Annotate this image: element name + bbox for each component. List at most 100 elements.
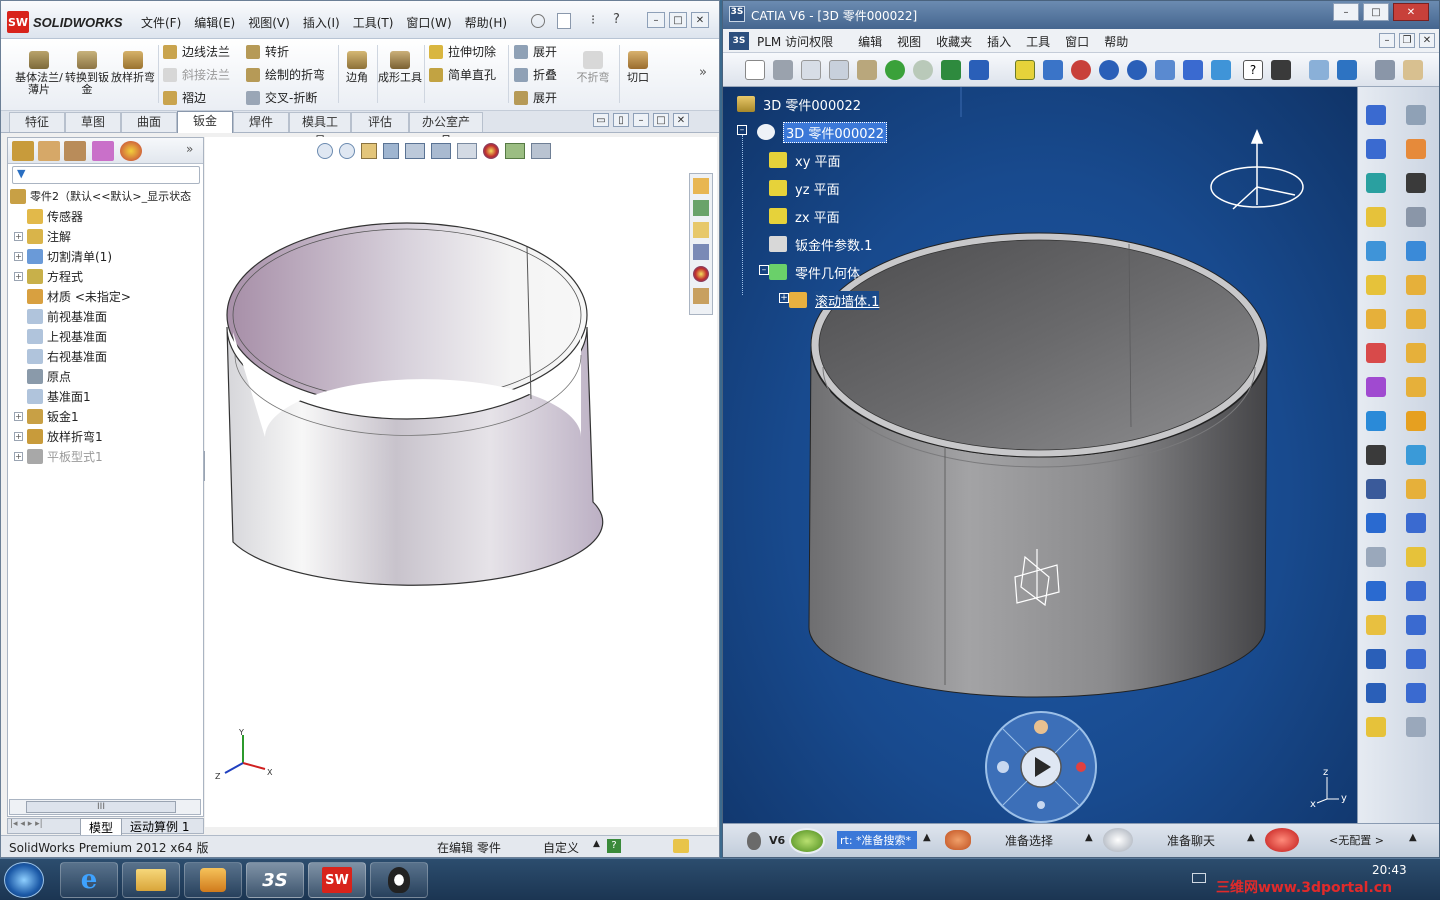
workbench-tool-icon[interactable] bbox=[1366, 615, 1386, 635]
tag-icon[interactable] bbox=[673, 839, 689, 853]
tab-evaluate[interactable]: 评估 bbox=[351, 112, 409, 132]
print-icon[interactable] bbox=[773, 60, 793, 80]
feature-tree-item[interactable]: +前视基准面 bbox=[8, 306, 203, 326]
sw-menu-window[interactable]: 窗口(W) bbox=[406, 14, 451, 31]
catia-menu-plm[interactable]: PLM 访问权限 bbox=[757, 33, 833, 50]
search-tool-icon[interactable] bbox=[945, 830, 971, 850]
undo-icon[interactable] bbox=[885, 60, 905, 80]
sketched-bend-button[interactable]: 绘制的折弯 bbox=[246, 66, 325, 83]
options-icon[interactable]: ⁝ bbox=[591, 13, 595, 28]
help-icon[interactable]: ? bbox=[613, 12, 620, 27]
chevron-up-icon[interactable]: ▲ bbox=[593, 839, 600, 849]
taskbar-media-player[interactable] bbox=[184, 862, 242, 898]
sw-menu-tools[interactable]: 工具(T) bbox=[353, 14, 394, 31]
maximize-icon[interactable]: □ bbox=[669, 12, 687, 28]
miter-flange-button[interactable]: 斜接法兰 bbox=[163, 66, 230, 83]
workbench-tool-icon[interactable] bbox=[1406, 173, 1426, 193]
expand-toggle[interactable]: + bbox=[14, 411, 23, 421]
paste-icon[interactable] bbox=[857, 60, 877, 80]
scene-icon[interactable] bbox=[1337, 60, 1357, 80]
zoom-out-icon[interactable] bbox=[1127, 60, 1147, 80]
flatten-button[interactable]: 展开 bbox=[514, 89, 557, 106]
catia-3d-viewport[interactable]: z y x 3D 零件000022 – 3D 零件000022 xy 平面 yz… bbox=[723, 87, 1357, 823]
expand-toggle[interactable]: + bbox=[14, 271, 23, 281]
catia-tree-node[interactable]: yz 平面 bbox=[769, 177, 840, 199]
feature-tree-tab-icon[interactable] bbox=[12, 141, 34, 161]
workbench-tool-icon[interactable] bbox=[1366, 241, 1386, 261]
windows-start-button[interactable] bbox=[4, 862, 44, 898]
workbench-tool-icon[interactable] bbox=[1406, 275, 1426, 295]
edge-flange-button[interactable]: 边线法兰 bbox=[163, 43, 230, 60]
rotate-icon[interactable] bbox=[1071, 60, 1091, 80]
maximize-icon[interactable]: □ bbox=[653, 113, 669, 127]
tab-scroll-arrows-icon[interactable]: |◂ ◂ ▸ ▸| bbox=[10, 819, 43, 829]
update-icon[interactable] bbox=[941, 60, 961, 80]
whats-this-icon[interactable] bbox=[969, 60, 989, 80]
corner-button[interactable]: 边角 bbox=[335, 51, 379, 84]
workbench-tool-icon[interactable] bbox=[1366, 139, 1386, 159]
workbench-tool-icon[interactable] bbox=[1366, 343, 1386, 363]
tree-part-node[interactable]: 3D 零件000022 bbox=[757, 121, 888, 143]
configuration-manager-tab-icon[interactable] bbox=[64, 141, 86, 161]
tab-sheet-metal[interactable]: 钣金 bbox=[177, 111, 233, 133]
scrollbar-thumb[interactable]: III bbox=[26, 801, 176, 813]
feature-tree-item[interactable]: + 注解 bbox=[8, 226, 203, 246]
feature-tree-item[interactable]: + 方程式 bbox=[8, 266, 203, 286]
minimize-icon[interactable]: – bbox=[1333, 3, 1359, 21]
catia-menu-edit[interactable]: 编辑 bbox=[858, 33, 882, 50]
workbench-tool-icon[interactable] bbox=[1406, 547, 1426, 567]
new-document-icon[interactable] bbox=[557, 13, 571, 29]
taskbar-file-explorer[interactable] bbox=[122, 862, 180, 898]
shading-icon[interactable] bbox=[1271, 60, 1291, 80]
workbench-tool-icon[interactable] bbox=[1366, 105, 1386, 125]
workbench-tool-icon[interactable] bbox=[1366, 513, 1386, 533]
taskbar-solidworks[interactable]: SW bbox=[308, 862, 366, 898]
workbench-tool-icon[interactable] bbox=[1406, 445, 1426, 465]
lofted-bend-button[interactable]: 放样折弯 bbox=[109, 51, 157, 84]
query-icon[interactable]: ? bbox=[1243, 60, 1263, 80]
workbench-tool-icon[interactable] bbox=[1406, 649, 1426, 669]
chat-user-icon[interactable] bbox=[1103, 828, 1133, 852]
workbench-tool-icon[interactable] bbox=[1406, 717, 1426, 737]
multi-view-icon[interactable] bbox=[1183, 60, 1203, 80]
workbench-tool-icon[interactable] bbox=[1406, 377, 1426, 397]
property-manager-tab-icon[interactable] bbox=[38, 141, 60, 161]
tab-motion-study[interactable]: 运动算例 1 bbox=[126, 818, 193, 835]
taskbar-catia[interactable]: 3S bbox=[246, 862, 304, 898]
chevron-up-icon[interactable]: ▲ bbox=[923, 832, 931, 843]
tools-icon[interactable] bbox=[1403, 60, 1423, 80]
workbench-tool-icon[interactable] bbox=[1366, 683, 1386, 703]
restore-icon[interactable]: ❐ bbox=[1399, 33, 1415, 48]
tree-horizontal-scrollbar[interactable]: III bbox=[9, 799, 201, 815]
catia-menu-tools[interactable]: 工具 bbox=[1026, 33, 1050, 50]
rip-button[interactable]: 切口 bbox=[616, 51, 660, 84]
search-input[interactable]: rt: *准备搜索* bbox=[837, 831, 917, 849]
collapse-toggle[interactable]: – bbox=[759, 265, 769, 275]
close-icon[interactable]: ✕ bbox=[1419, 33, 1435, 48]
sw-menu-file[interactable]: 文件(F) bbox=[141, 14, 181, 31]
pan-icon[interactable] bbox=[1043, 60, 1063, 80]
redo-icon[interactable] bbox=[913, 60, 933, 80]
workbench-tool-icon[interactable] bbox=[1366, 309, 1386, 329]
close-icon[interactable]: ✕ bbox=[691, 12, 709, 28]
home-icon[interactable] bbox=[693, 178, 709, 194]
workbench-tool-icon[interactable] bbox=[1366, 445, 1386, 465]
catia-menu-favorites[interactable]: 收藏夹 bbox=[936, 33, 972, 50]
workbench-tool-icon[interactable] bbox=[1366, 649, 1386, 669]
catia-tree-node[interactable]: 钣金件参数.1 bbox=[769, 233, 872, 255]
catia-tree-node[interactable]: zx 平面 bbox=[769, 205, 840, 227]
feature-tree-item[interactable]: +传感器 bbox=[8, 206, 203, 226]
feature-tree-item[interactable]: + 钣金1 bbox=[8, 406, 203, 426]
configuration-icon[interactable] bbox=[1265, 828, 1299, 852]
cut-icon[interactable] bbox=[801, 60, 821, 80]
collapse-toggle[interactable]: – bbox=[737, 125, 747, 135]
tab-mold-tools[interactable]: 模具工具 bbox=[289, 112, 351, 148]
extruded-cut-button[interactable]: 拉伸切除 bbox=[429, 43, 496, 60]
catia-menu-window[interactable]: 窗口 bbox=[1065, 33, 1089, 50]
convert-to-sheetmetal-button[interactable]: 转换到钣金 bbox=[63, 51, 111, 96]
restore-icon[interactable]: ▭ bbox=[593, 113, 609, 127]
feature-tree-item[interactable]: +原点 bbox=[8, 366, 203, 386]
feature-tree-item[interactable]: +材质 <未指定> bbox=[8, 286, 203, 306]
help-status-icon[interactable]: ? bbox=[607, 839, 621, 853]
configuration-status[interactable]: <无配置 > bbox=[1329, 832, 1384, 848]
